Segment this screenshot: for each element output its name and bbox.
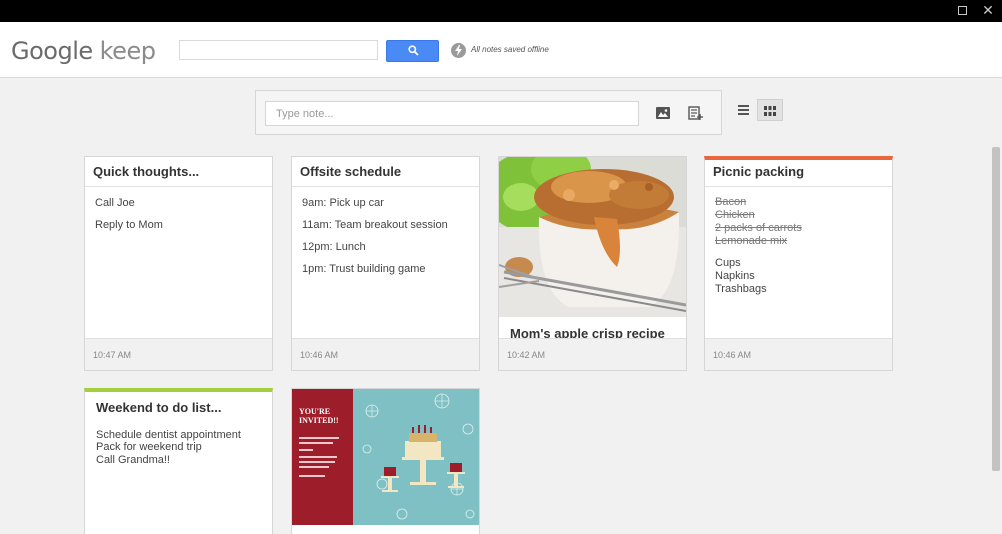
divider (292, 186, 479, 187)
note-line: Pack for weekend trip (96, 441, 202, 453)
close-icon[interactable]: ✕ (980, 3, 996, 19)
note-line: Call Grandma!! (96, 454, 170, 466)
note-card[interactable]: Offsite schedule 9am: Pick up car 11am: … (291, 156, 480, 371)
note-card[interactable]: Picnic packing Bacon Chicken 2 packs of … (704, 156, 893, 371)
invite-heading-line: INVITED!! (299, 416, 339, 425)
note-line: Schedule dentist appointment (96, 429, 241, 441)
note-footer: 10:42 AM (499, 338, 686, 370)
note-line: Call Joe (95, 197, 135, 209)
note-title: Quick thoughts... (93, 164, 200, 179)
logo-keep-text: keep (99, 37, 156, 65)
note-title: Picnic packing (713, 164, 805, 179)
google-keep-logo: Google keep (11, 36, 156, 66)
note-input[interactable] (265, 101, 639, 126)
search-icon (408, 45, 419, 56)
note-line: 9am: Pick up car (302, 197, 384, 209)
logo-google-text: Google (11, 37, 93, 65)
maximize-icon[interactable] (954, 3, 970, 19)
note-timestamp: 10:46 AM (713, 350, 752, 360)
list-view-icon[interactable] (732, 99, 755, 121)
image-icon[interactable] (655, 105, 673, 123)
window-titlebar: ✕ (0, 0, 1002, 22)
checked-item[interactable]: 2 packs of carrots (715, 222, 802, 234)
note-card[interactable]: Quick thoughts... Call Joe Reply to Mom … (84, 156, 273, 371)
note-line: Reply to Mom (95, 219, 163, 231)
note-line: 11am: Team breakout session (302, 219, 448, 231)
search-input[interactable] (179, 40, 378, 60)
divider (705, 186, 892, 187)
note-composer (255, 90, 722, 135)
checked-item[interactable]: Chicken (715, 209, 755, 221)
note-footer: 10:46 AM (292, 338, 479, 370)
note-timestamp: 10:42 AM (507, 350, 546, 360)
offline-status: All notes saved offline (471, 45, 549, 54)
apple-crisp-photo (499, 157, 686, 317)
checked-item[interactable]: Lemonade mix (715, 235, 787, 247)
invite-heading-line: YOU'RE (299, 407, 331, 416)
divider (85, 186, 272, 187)
note-timestamp: 10:46 AM (300, 350, 339, 360)
note-timestamp: 10:47 AM (93, 350, 132, 360)
search-button[interactable] (386, 40, 439, 62)
list-item[interactable]: Trashbags (715, 283, 767, 295)
note-card[interactable]: Mom's apple crisp recipe 10:42 AM (498, 156, 687, 371)
grid-view-icon[interactable] (757, 99, 783, 121)
offline-bolt-icon (451, 43, 466, 58)
note-title: Offsite schedule (300, 164, 402, 179)
app-header: Google keep All notes saved offline (0, 22, 1002, 78)
note-line: 12pm: Lunch (302, 241, 366, 253)
note-footer: 10:46 AM (705, 338, 892, 370)
invitation-image: YOU'RE INVITED!! (292, 389, 479, 525)
list-item[interactable]: Napkins (715, 270, 755, 282)
scrollbar[interactable] (992, 147, 1000, 471)
new-list-icon[interactable] (688, 105, 706, 123)
checked-item[interactable]: Bacon (715, 196, 746, 208)
note-footer: 10:47 AM (85, 338, 272, 370)
note-line: 1pm: Trust building game (302, 263, 426, 275)
note-card[interactable]: Weekend to do list... Schedule dentist a… (84, 388, 273, 534)
list-item[interactable]: Cups (715, 257, 741, 269)
invite-heading: YOU'RE INVITED!! (299, 407, 339, 425)
note-card[interactable]: YOU'RE INVITED!! (291, 388, 480, 534)
note-title: Weekend to do list... (96, 400, 222, 415)
